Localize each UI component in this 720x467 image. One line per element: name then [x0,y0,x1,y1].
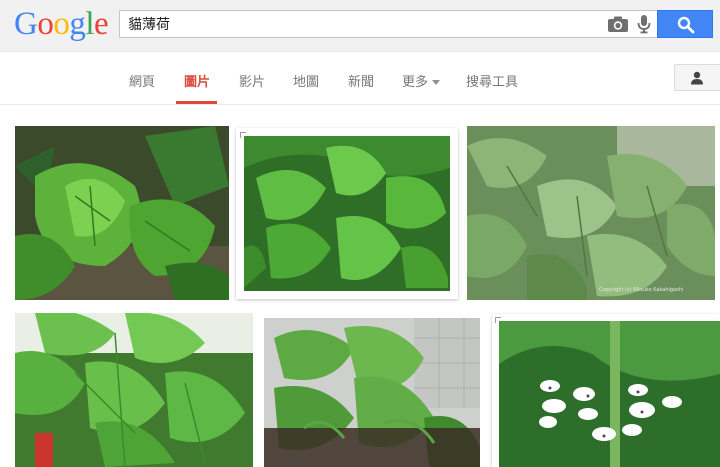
tab-maps[interactable]: 地圖 [293,71,319,105]
image-result-1[interactable] [15,126,229,300]
account-button[interactable] [674,64,720,91]
tab-images[interactable]: 圖片 [184,71,210,105]
camera-icon[interactable] [607,15,629,33]
person-icon [691,71,703,85]
image-result-6[interactable] [492,314,720,467]
chevron-down-icon [432,80,441,85]
magnifier-icon [677,16,695,34]
google-logo[interactable]: Google [14,6,109,42]
top-header: Google [0,0,720,52]
image-result-3[interactable]: Copyright (c) Ritsuko Kakahigashi [467,126,715,300]
image-result-2[interactable] [236,128,458,299]
corner-marker [495,317,501,323]
search-input[interactable] [128,14,588,34]
tab-more-label: 更多 [402,75,429,90]
search-button[interactable] [657,10,713,38]
image-result-5[interactable] [264,318,480,467]
active-tab-indicator [176,101,217,104]
microphone-icon[interactable] [636,14,652,34]
tab-videos[interactable]: 影片 [239,71,265,105]
search-box[interactable] [119,10,657,38]
image-watermark: Copyright (c) Ritsuko Kakahigashi [599,287,684,293]
tab-news[interactable]: 新聞 [348,71,374,105]
tab-web[interactable]: 網頁 [129,71,155,105]
tab-search-tools[interactable]: 搜尋工具 [466,71,518,105]
corner-marker [240,132,246,138]
tab-more[interactable]: 更多 [402,71,441,105]
image-result-4[interactable] [15,313,253,467]
search-tabs: 網頁 圖片 影片 地圖 新聞 更多 搜尋工具 [0,53,720,105]
